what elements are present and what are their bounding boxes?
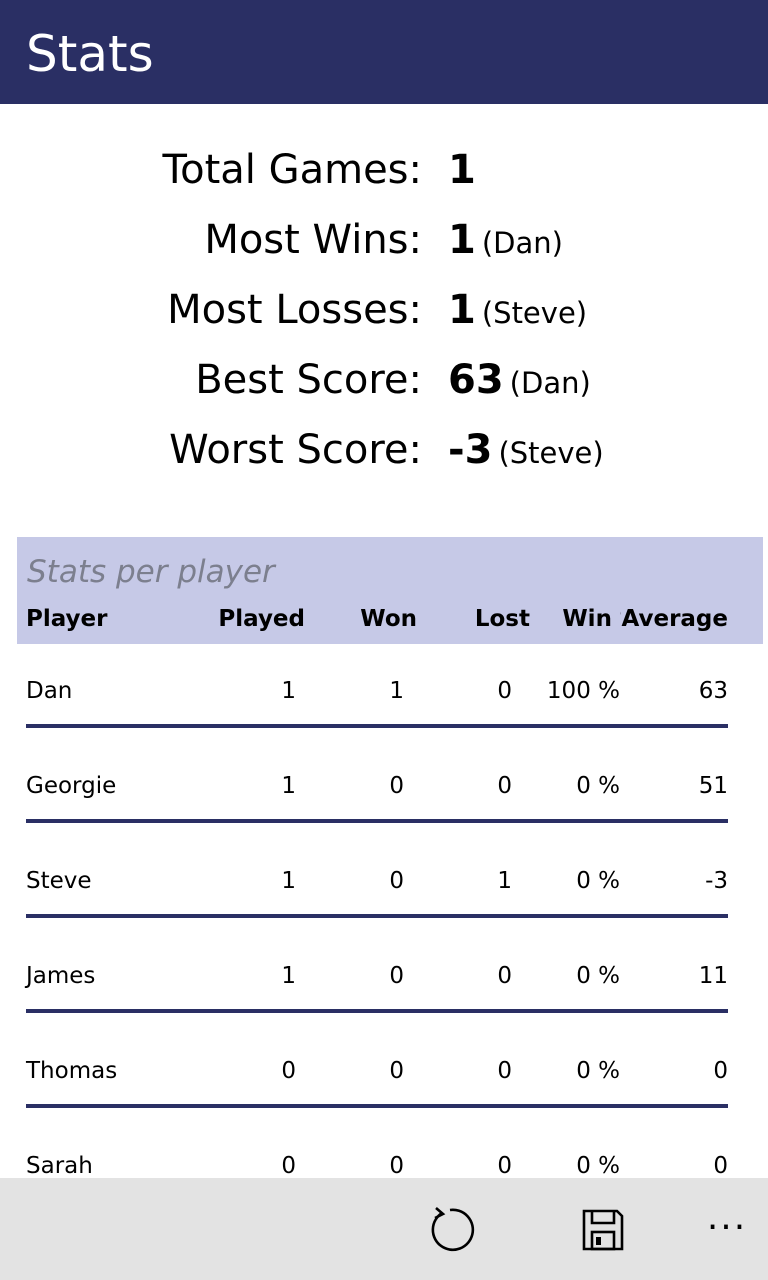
summary-number: 1: [448, 217, 476, 263]
cell-win-pct: 0 %: [576, 773, 620, 799]
cell-win-pct: 100 %: [546, 678, 620, 704]
column-header-average: Average: [620, 603, 728, 635]
summary-value: -3 (Steve): [448, 420, 604, 488]
summary-most-wins: Most Wins: 1 (Dan): [0, 210, 768, 270]
summary-label: Total Games:: [162, 147, 422, 193]
cell-win-pct: 0 %: [576, 963, 620, 989]
summary-label: Best Score:: [195, 357, 422, 403]
cell-played: 1: [281, 773, 296, 799]
summary-player: (Dan): [509, 366, 591, 400]
cell-average: 51: [698, 773, 728, 799]
save-button[interactable]: [577, 1204, 629, 1256]
summary-player: (Steve): [481, 296, 588, 330]
cell-lost: 1: [497, 868, 512, 894]
summary-label: Most Wins:: [204, 217, 422, 263]
cell-played: 1: [281, 963, 296, 989]
cell-won: 0: [389, 773, 404, 799]
summary-player: (Steve): [498, 436, 604, 470]
refresh-button[interactable]: [428, 1204, 480, 1256]
summary-number: 1: [448, 287, 476, 333]
cell-played: 1: [281, 868, 296, 894]
summary-value: 63 (Dan): [448, 350, 591, 418]
row-divider: [26, 914, 728, 918]
table-row[interactable]: Georgie 1 0 0 0 % 51: [0, 739, 768, 834]
summary-number: -3: [448, 427, 493, 473]
row-divider: [26, 724, 728, 728]
cell-player: Georgie: [26, 773, 117, 799]
cell-average: 63: [698, 678, 728, 704]
cell-win-pct: 0 %: [576, 1058, 620, 1084]
player-stats-header: Stats per player Player Played Won Lost …: [17, 537, 763, 644]
row-divider: [26, 819, 728, 823]
cell-lost: 0: [497, 678, 512, 704]
refresh-icon: [431, 1207, 475, 1252]
cell-average: 0: [713, 1058, 728, 1084]
column-header-player: Player: [26, 606, 108, 632]
cell-average: -3: [705, 868, 728, 894]
cell-lost: 0: [497, 773, 512, 799]
cell-won: 0: [389, 868, 404, 894]
summary-number: 1: [448, 147, 476, 193]
summary-player: (Dan): [481, 226, 563, 260]
cell-won: 0: [389, 1058, 404, 1084]
row-divider: [26, 1104, 728, 1108]
app-bar: ...: [0, 1178, 768, 1280]
summary-value: 1: [448, 140, 476, 208]
cell-player: James: [26, 963, 96, 989]
table-row[interactable]: James 1 0 0 0 % 11: [0, 929, 768, 1024]
cell-won: 0: [389, 963, 404, 989]
column-header-lost: Lost: [474, 606, 530, 632]
column-header-played: Played: [218, 606, 305, 632]
summary-value: 1 (Dan): [448, 210, 563, 278]
cell-won: 1: [389, 678, 404, 704]
summary-best-score: Best Score: 63 (Dan): [0, 350, 768, 410]
page-title: Stats: [26, 25, 154, 83]
row-divider: [26, 1009, 728, 1013]
title-bar: Stats: [0, 0, 768, 104]
cell-player: Thomas: [26, 1058, 118, 1084]
cell-lost: 0: [497, 963, 512, 989]
summary-total-games: Total Games: 1: [0, 140, 768, 200]
summary-number: 63: [448, 357, 504, 403]
cell-average: 11: [698, 963, 728, 989]
cell-player: Steve: [26, 868, 92, 894]
table-row[interactable]: Steve 1 0 1 0 % -3: [0, 834, 768, 929]
cell-lost: 0: [497, 1058, 512, 1084]
table-caption: Stats per player: [27, 554, 275, 590]
cell-player: Dan: [26, 678, 73, 704]
summary-worst-score: Worst Score: -3 (Steve): [0, 420, 768, 480]
table-row[interactable]: Thomas 0 0 0 0 % 0: [0, 1024, 768, 1119]
summary-label: Worst Score:: [169, 427, 422, 473]
summary-value: 1 (Steve): [448, 280, 587, 348]
save-icon: [582, 1209, 624, 1251]
cell-win-pct: 0 %: [576, 868, 620, 894]
column-header-won: Won: [360, 606, 417, 632]
summary-most-losses: Most Losses: 1 (Steve): [0, 280, 768, 340]
cell-played: 1: [281, 678, 296, 704]
more-options-button[interactable]: ...: [704, 1200, 750, 1246]
cell-played: 0: [281, 1058, 296, 1084]
summary-label: Most Losses:: [167, 287, 422, 333]
table-row[interactable]: Dan 1 1 0 100 % 63: [0, 644, 768, 739]
